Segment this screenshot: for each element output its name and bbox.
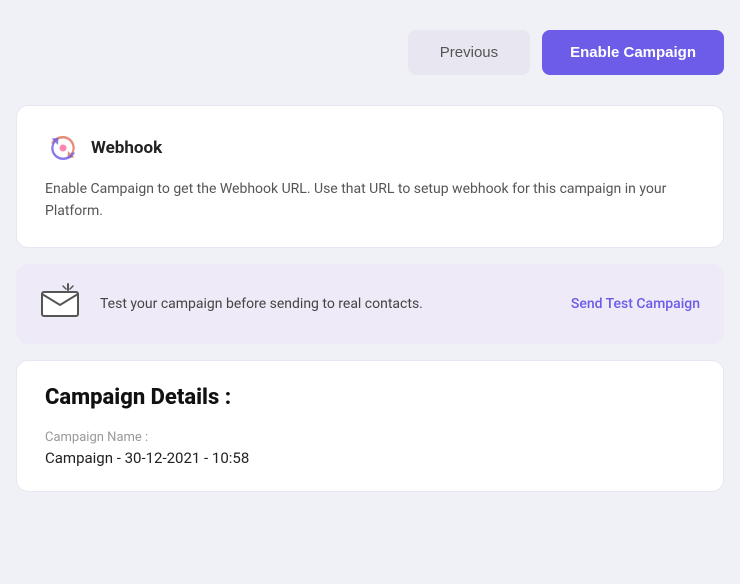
webhook-card: Webhook Enable Campaign to get the Webho…: [16, 105, 724, 248]
webhook-icon: [45, 130, 81, 166]
top-bar: Previous Enable Campaign: [16, 20, 724, 85]
test-banner-text: Test your campaign before sending to rea…: [100, 296, 555, 312]
webhook-header: Webhook: [45, 130, 695, 166]
webhook-title: Webhook: [91, 138, 162, 158]
test-campaign-banner: Test your campaign before sending to rea…: [16, 264, 724, 344]
campaign-details-title: Campaign Details :: [45, 385, 695, 410]
mail-icon: [40, 282, 84, 326]
campaign-name-value: Campaign - 30-12-2021 - 10:58: [45, 449, 695, 467]
send-test-campaign-link[interactable]: Send Test Campaign: [571, 296, 700, 312]
campaign-details-card: Campaign Details : Campaign Name : Campa…: [16, 360, 724, 492]
enable-campaign-button[interactable]: Enable Campaign: [542, 30, 724, 75]
webhook-description: Enable Campaign to get the Webhook URL. …: [45, 178, 695, 223]
campaign-name-label: Campaign Name :: [45, 430, 695, 445]
previous-button[interactable]: Previous: [408, 30, 530, 75]
